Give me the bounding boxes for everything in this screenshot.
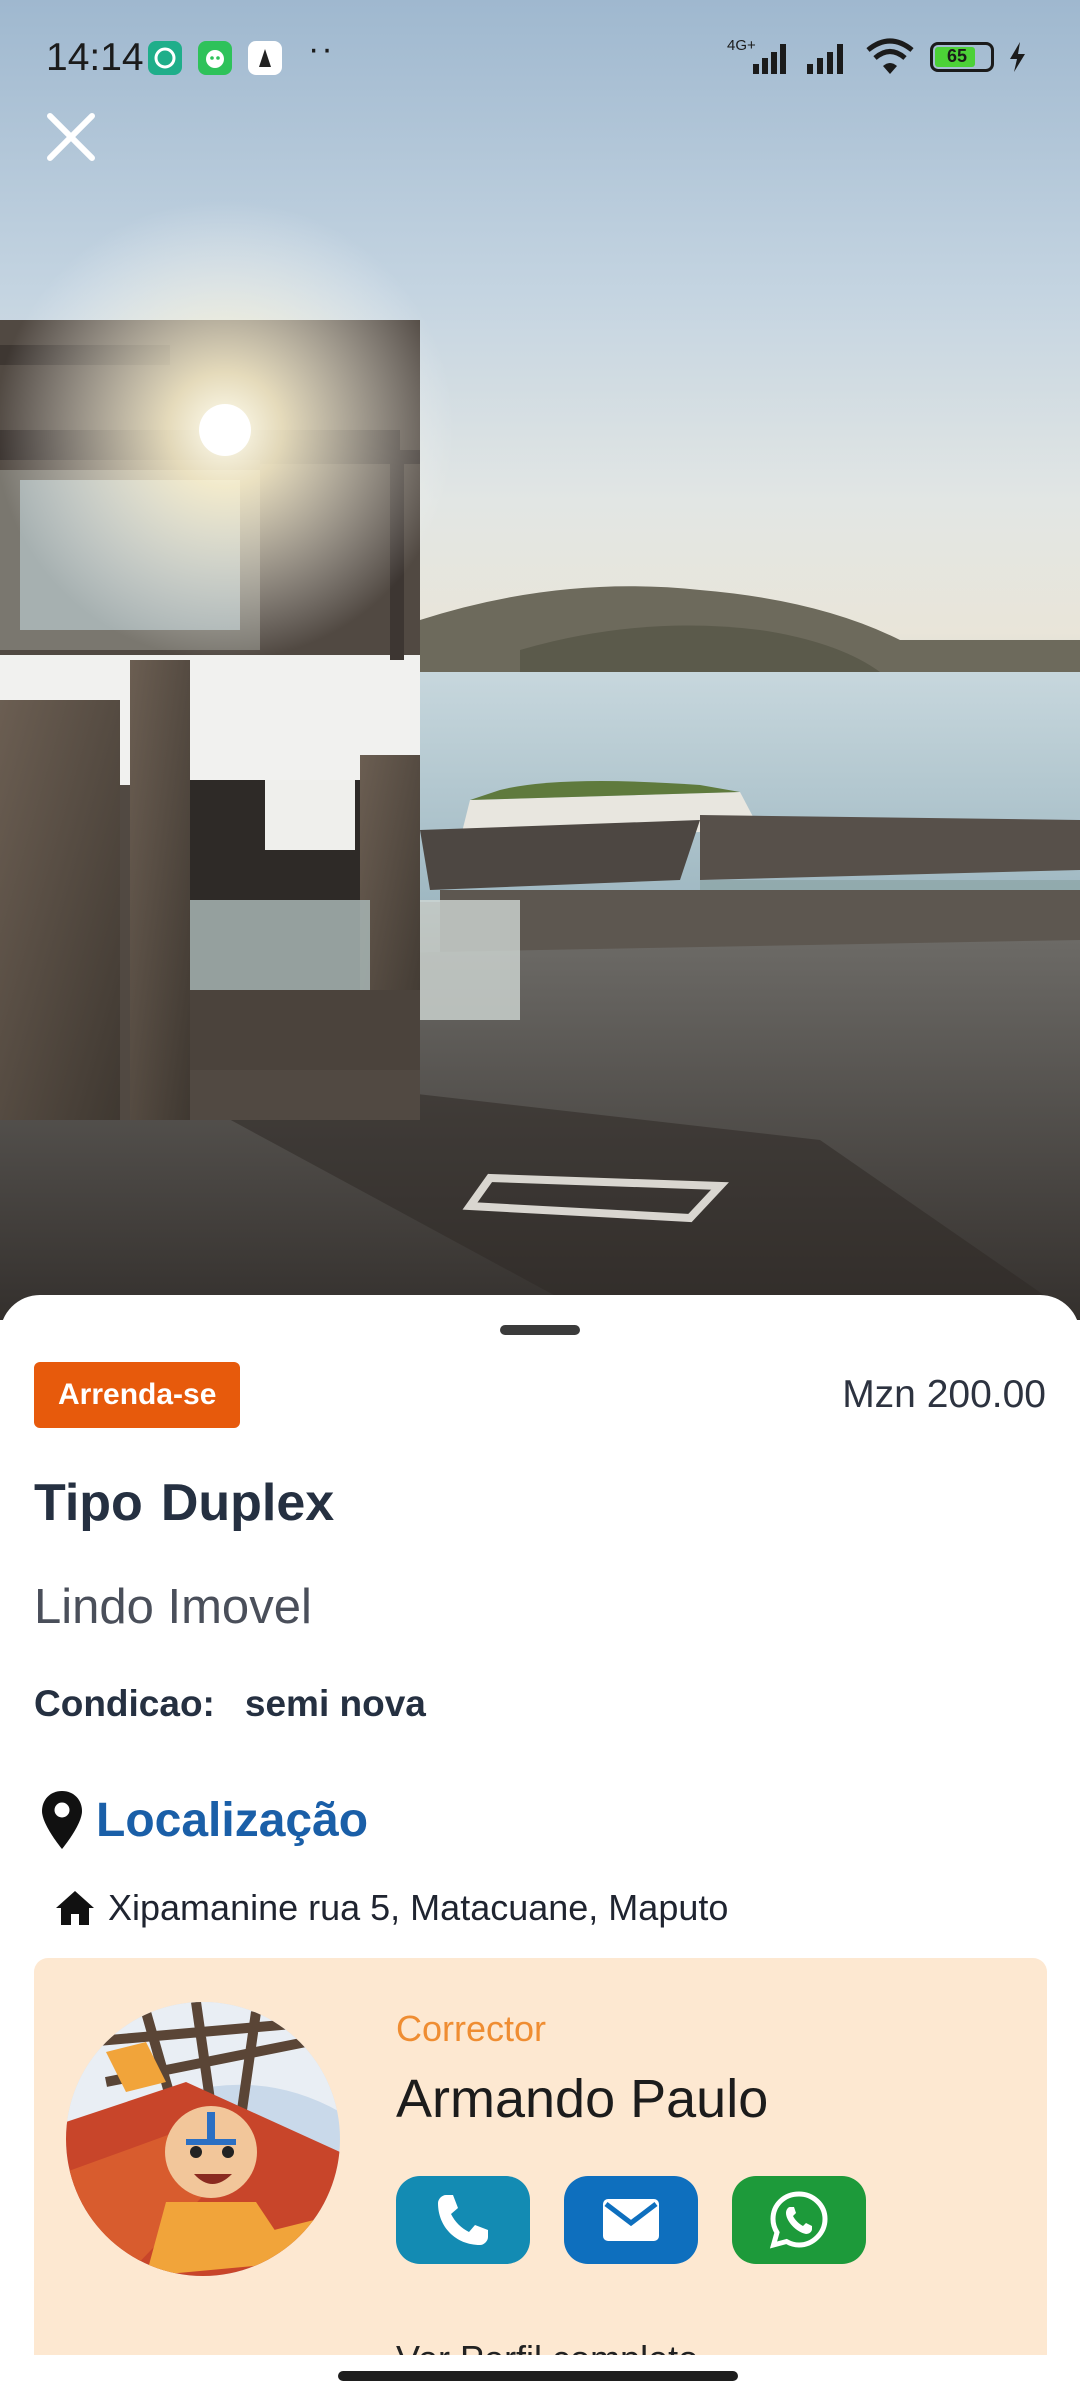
status-bar: 14:14 ·· 4G+ 65 — [0, 0, 1080, 118]
property-type-label: Tipo — [34, 1474, 143, 1532]
status-time: 14:14 — [46, 36, 144, 79]
property-photo-illustration — [0, 180, 1080, 1320]
whatsapp-icon — [148, 41, 182, 75]
address-row: Xipamanine rua 5, Matacuane, Maputo — [54, 1887, 728, 1929]
whatsapp-icon — [769, 2191, 828, 2249]
more-notifications-icon: ·· — [308, 30, 335, 68]
email-button[interactable] — [564, 2176, 698, 2264]
condition-label: Condicao: — [34, 1683, 215, 1724]
signal-icon: 4G+ — [727, 37, 786, 74]
sheet-drag-handle[interactable] — [500, 1325, 580, 1335]
listing-title: Lindo Imovel — [34, 1580, 312, 1634]
signal-icon — [807, 44, 843, 74]
call-button[interactable] — [396, 2176, 530, 2264]
avatar-illustration — [66, 2002, 340, 2276]
chat-app-icon — [198, 41, 232, 75]
whatsapp-button[interactable] — [732, 2176, 866, 2264]
location-title: Localização — [96, 1793, 369, 1847]
property-type: Tipo Duplex — [34, 1473, 334, 1533]
close-button[interactable] — [42, 108, 100, 166]
property-photo — [0, 0, 1080, 1320]
condition-value: semi nova — [244, 1683, 426, 1724]
map-pin-icon — [42, 1791, 82, 1849]
svg-text:4G+: 4G+ — [727, 37, 756, 54]
wifi-icon — [866, 38, 914, 74]
phone-icon — [438, 2195, 488, 2245]
property-condition: Condicao: semi nova — [34, 1683, 426, 1725]
property-type-value: Duplex — [160, 1474, 335, 1532]
agent-name: Armando Paulo — [396, 2069, 769, 2129]
location-heading: Localização — [40, 1785, 368, 1855]
agent-card: Corrector Armando Paulo Ver Perfil compl… — [34, 1958, 1047, 2400]
gesture-navigation-bar[interactable] — [338, 2371, 738, 2381]
mail-icon — [603, 2199, 659, 2241]
battery-icon: 65 — [930, 42, 994, 72]
home-icon — [56, 1891, 94, 1925]
listing-type-badge: Arrenda-se — [34, 1362, 241, 1428]
listing-price: Mzn 200.00 — [842, 1373, 1046, 1416]
address-text: Xipamanine rua 5, Matacuane, Maputo — [108, 1887, 729, 1928]
agent-avatar[interactable] — [66, 2002, 340, 2276]
agent-role: Corrector — [396, 2008, 547, 2049]
app-icon — [248, 41, 282, 75]
close-icon — [47, 113, 95, 161]
charging-icon — [1010, 42, 1025, 72]
listing-details-sheet: Arrenda-se Mzn 200.00 Tipo Duplex Lindo I… — [0, 1295, 1080, 2400]
